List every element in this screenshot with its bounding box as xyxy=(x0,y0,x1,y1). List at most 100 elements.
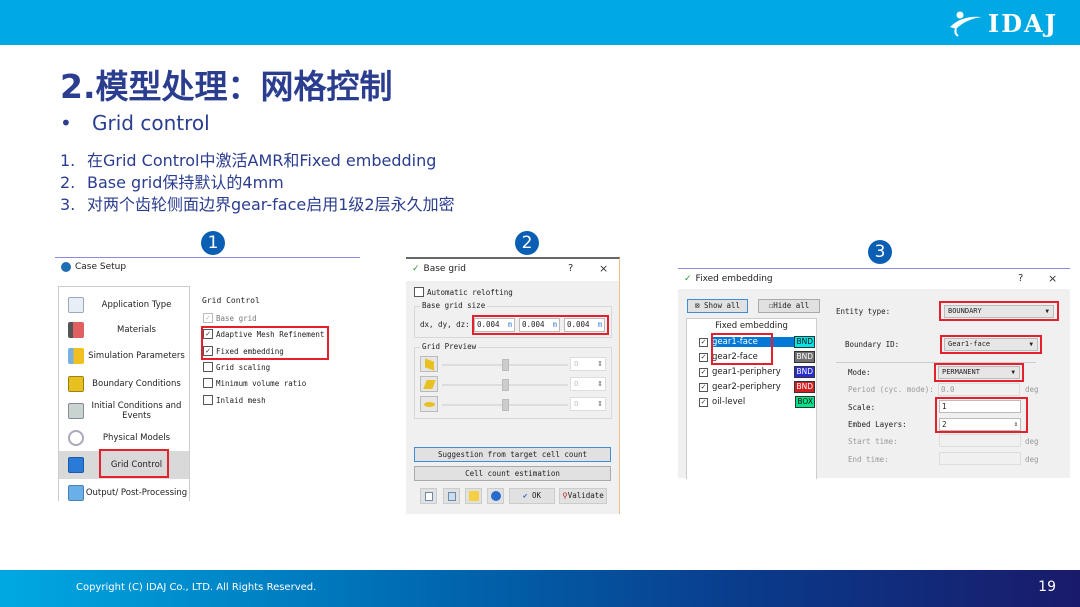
fixed-embedding-titlebar: ✓ Fixed embedding ? × xyxy=(678,269,1070,289)
close-button[interactable]: × xyxy=(1048,272,1057,285)
folder-icon xyxy=(68,348,84,364)
window-title: Base grid xyxy=(423,264,466,274)
highlight-box xyxy=(472,315,609,335)
suggestion-button[interactable]: Suggestion from target cell count xyxy=(414,447,611,462)
sidebar-item-materials[interactable]: Materials xyxy=(59,319,189,341)
preview-z-slider[interactable] xyxy=(442,399,568,411)
sidebar-item-application-type[interactable]: Application Type xyxy=(59,291,189,319)
scale-label: Scale: xyxy=(848,403,876,412)
hide-all-button[interactable]: ☐Hide all xyxy=(758,299,820,313)
close-button[interactable]: × xyxy=(599,262,608,275)
sidebar-item-initial-conditions[interactable]: Initial Conditions and Events xyxy=(59,397,189,425)
sidebar-item-boundary-conditions[interactable]: Boundary Conditions xyxy=(59,370,189,398)
step-list: 1. 在Grid Control中激活AMR和Fixed embedding 2.… xyxy=(60,150,455,216)
slider-thumb[interactable] xyxy=(502,379,509,391)
checkbox-icon xyxy=(203,362,213,372)
option-label: Base grid xyxy=(216,313,257,323)
end-time-input[interactable] xyxy=(939,452,1021,465)
window-title: Case Setup xyxy=(75,262,127,272)
sidebar-item-physical-models[interactable]: Physical Models xyxy=(59,424,189,452)
case-setup-titlebar: Case Setup xyxy=(61,262,126,272)
plane-y-icon xyxy=(423,380,436,389)
option-min-volume-ratio[interactable]: Minimum volume ratio xyxy=(203,378,306,388)
plane-z-icon xyxy=(424,402,435,407)
group-title: Base grid size xyxy=(420,301,488,310)
base-grid-titlebar: ✓ Base grid ? × xyxy=(406,259,619,281)
bullet-text: Grid control xyxy=(92,111,210,135)
list-item-gear2-periphery[interactable]: ✓ gear2-periphery BND xyxy=(699,380,815,394)
checkbox-checked-icon: ✓ xyxy=(699,352,708,362)
group-title: Grid Control xyxy=(202,296,260,305)
logo-text: IDAJ xyxy=(987,8,1058,38)
chain-icon xyxy=(68,430,84,446)
preview-z-spinbox[interactable]: 0 ⇕ xyxy=(570,397,606,411)
info-button[interactable] xyxy=(487,488,504,504)
entity-type-label: Entity type: xyxy=(836,307,891,316)
show-all-button[interactable]: ⊠ Show all xyxy=(687,299,748,313)
highlight-box xyxy=(711,333,773,365)
preview-x-spinbox[interactable]: 0 ⇕ xyxy=(570,357,606,371)
checkbox-checked-icon: ✓ xyxy=(203,313,213,323)
info-icon xyxy=(491,491,501,501)
preview-y-slider[interactable] xyxy=(442,379,568,391)
preview-y-button[interactable] xyxy=(420,376,438,392)
bullet-item: • Grid control xyxy=(60,111,210,135)
slider-thumb[interactable] xyxy=(502,359,509,371)
highlight-box xyxy=(935,397,1028,433)
checkbox-icon xyxy=(203,378,213,388)
item-name: gear2-periphery xyxy=(712,382,781,392)
help-button[interactable]: ? xyxy=(568,263,573,274)
list-item-gear1-periphery[interactable]: ✓ gear1-periphery BND xyxy=(699,365,815,379)
highlight-box xyxy=(939,301,1059,321)
help-button[interactable]: ? xyxy=(1018,273,1023,284)
materials-icon xyxy=(68,322,84,338)
auto-relofting-checkbox[interactable]: Automatic relofting xyxy=(414,287,513,297)
highlight-box xyxy=(934,363,1024,382)
window-title: Fixed embedding xyxy=(695,274,773,284)
footer-bar: Copyright (C) IDAJ Co., LTD. All Rights … xyxy=(0,570,1080,607)
step-badge-1: 1 xyxy=(201,231,225,255)
type-tag: BOX xyxy=(795,396,815,408)
end-time-label: End time: xyxy=(848,455,889,464)
validate-label: Validate xyxy=(567,491,604,500)
validate-button[interactable]: ⚲Validate xyxy=(559,488,607,504)
slide-title: 2.模型处理：网格控制 xyxy=(60,67,393,106)
list-item-oil-level[interactable]: ✓ oil-level BOX xyxy=(699,395,815,409)
note-button[interactable] xyxy=(465,488,482,504)
sidebar-item-output[interactable]: Output/ Post-Processing xyxy=(59,479,189,507)
slider-thumb[interactable] xyxy=(502,399,509,411)
option-label: Grid scaling xyxy=(216,362,271,372)
period-input[interactable]: 0.0 xyxy=(938,383,1020,396)
step-text: 在Grid Control中激活AMR和Fixed embedding xyxy=(87,151,437,170)
preview-x-button[interactable] xyxy=(420,356,438,372)
sidebar-item-simulation-parameters[interactable]: Simulation Parameters xyxy=(59,342,189,370)
checkbox-checked-icon: ✓ xyxy=(699,397,708,407)
window-title-wrap: ✓ Fixed embedding xyxy=(684,274,773,284)
preview-x-slider[interactable] xyxy=(442,359,568,371)
option-grid-scaling[interactable]: Grid scaling xyxy=(203,362,270,372)
period-value: 0.0 xyxy=(941,385,955,394)
preview-z-button[interactable] xyxy=(420,396,438,412)
document-search-icon xyxy=(448,492,456,501)
ok-button[interactable]: ✔ OK xyxy=(509,488,555,504)
export-button[interactable] xyxy=(420,488,437,504)
list-header: Fixed embedding xyxy=(715,321,788,331)
calculator-icon xyxy=(68,403,84,419)
cell-estimation-button[interactable]: Cell count estimation xyxy=(414,466,611,481)
hide-all-label: Hide all xyxy=(773,301,810,310)
header-bar: IDAJ xyxy=(0,0,1080,45)
option-inlaid-mesh[interactable]: Inlaid mesh xyxy=(203,395,266,405)
step-text: 对两个齿轮侧面边界gear-face启用1级2层永久加密 xyxy=(87,195,455,214)
preview-button[interactable] xyxy=(443,488,460,504)
start-time-input[interactable] xyxy=(939,434,1021,447)
case-setup-window: Case Setup Application Type Materials Si… xyxy=(55,257,360,501)
spin-arrows-icon: ⇕ xyxy=(597,400,603,408)
preview-y-spinbox[interactable]: 0 ⇕ xyxy=(570,377,606,391)
export-icon xyxy=(425,492,433,501)
step-number: 3. xyxy=(60,195,76,214)
option-base-grid[interactable]: ✓ Base grid xyxy=(203,313,257,323)
spin-value: 0 xyxy=(574,400,579,408)
step-item: 1. 在Grid Control中激活AMR和Fixed embedding xyxy=(60,150,455,172)
step-item: 2. Base grid保持默认的4mm xyxy=(60,172,455,194)
item-name: gear1-periphery xyxy=(712,367,781,377)
